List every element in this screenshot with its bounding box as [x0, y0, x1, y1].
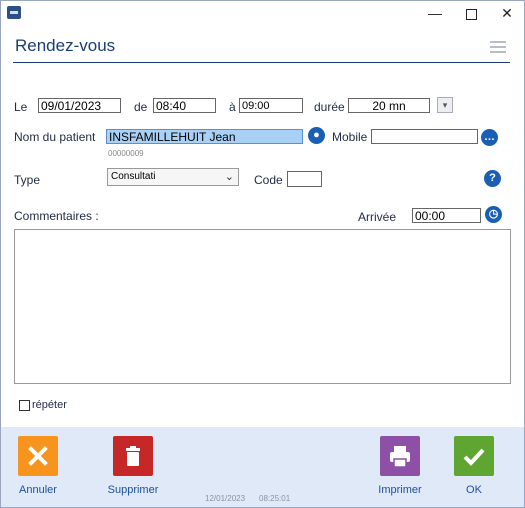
check-icon [463, 448, 485, 466]
arrival-field[interactable]: 00:00 [412, 208, 481, 223]
date-label: Le [14, 100, 28, 114]
duration-label: durée [314, 100, 345, 114]
footer-time: 08:25:01 [259, 494, 291, 503]
cancel-button[interactable] [18, 436, 58, 476]
help-button[interactable]: ? [484, 170, 501, 187]
duration-field[interactable]: 20 mn [348, 98, 430, 113]
patient-label: Nom du patient [14, 130, 96, 144]
comments-textarea[interactable] [14, 229, 511, 384]
arrival-label: Arrivée [358, 210, 397, 224]
repeat-label: répéter [32, 399, 67, 411]
form-panel: Rendez-vous Le 09/01/2023 de 08:40 à 09:… [8, 29, 518, 427]
footer-bar: Annuler Supprimer 12/01/2023 08:25:01 Im… [1, 427, 524, 507]
app-icon [7, 6, 21, 19]
comments-label: Commentaires : [14, 209, 99, 223]
type-label: Type [14, 173, 41, 187]
question-icon: ? [489, 172, 496, 184]
delete-button[interactable] [113, 436, 153, 476]
duration-dropdown-button[interactable]: ▾ [437, 97, 453, 113]
ok-button[interactable] [454, 436, 494, 476]
mobile-label: Mobile [332, 130, 368, 144]
patient-id: 00000009 [108, 149, 144, 158]
maximize-button[interactable] [453, 1, 489, 25]
clock-icon: ◷ [488, 208, 499, 220]
trash-icon [126, 446, 140, 466]
patient-search-button[interactable]: ● [308, 127, 325, 144]
end-time-label: à [229, 100, 236, 114]
user-icon: ● [313, 129, 320, 141]
page-title: Rendez-vous [15, 36, 116, 55]
ok-label[interactable]: OK [429, 484, 519, 496]
type-select[interactable]: Consultati ⌄ [107, 168, 239, 186]
print-button[interactable] [380, 436, 420, 476]
delete-label[interactable]: Supprimer [88, 484, 178, 496]
code-field[interactable] [287, 171, 322, 187]
chat-icon: … [484, 131, 495, 143]
sms-button[interactable]: … [481, 129, 498, 146]
end-time-field[interactable]: 09:00 [239, 98, 303, 113]
printer-icon [390, 446, 410, 468]
minimize-button[interactable]: — [417, 1, 453, 25]
menu-icon[interactable] [490, 41, 506, 56]
header-divider [13, 62, 510, 63]
chevron-down-icon: ⌄ [224, 171, 234, 183]
code-label: Code [254, 173, 283, 187]
cancel-label[interactable]: Annuler [0, 484, 83, 496]
mobile-field[interactable] [371, 129, 478, 144]
close-button[interactable]: ✕ [489, 1, 525, 25]
start-time-field[interactable]: 08:40 [153, 98, 216, 113]
chevron-down-icon: ▾ [442, 100, 448, 110]
date-field[interactable]: 09/01/2023 [38, 98, 121, 113]
type-select-value: Consultati [111, 171, 156, 182]
arrival-time-button[interactable]: ◷ [485, 206, 502, 223]
repeat-checkbox[interactable] [19, 400, 30, 411]
patient-name-field[interactable]: INSFAMILLEHUIT Jean [106, 129, 303, 144]
start-time-label: de [134, 100, 148, 114]
footer-date: 12/01/2023 [205, 494, 246, 503]
close-icon [28, 446, 48, 466]
title-bar: — ✕ [1, 1, 524, 25]
dialog-window: — ✕ Rendez-vous Le 09/01/2023 de 08:40 à… [0, 0, 525, 508]
